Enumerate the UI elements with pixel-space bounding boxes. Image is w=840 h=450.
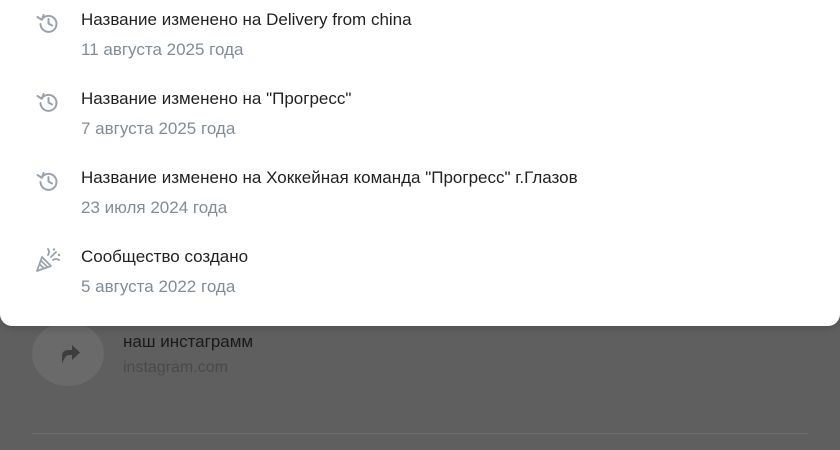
history-item-date: 23 июля 2024 года xyxy=(81,198,228,217)
history-item-date: 11 августа 2025 года xyxy=(81,40,244,59)
share-arrow-icon xyxy=(62,345,80,364)
community-history-popup: Название изменено на Delivery from china… xyxy=(0,0,840,326)
history-item: Сообщество создано 5 августа 2022 года xyxy=(0,246,840,316)
history-item: Название изменено на Delivery from china… xyxy=(0,9,840,79)
history-item: Название изменено на Хоккейная команда "… xyxy=(0,167,840,237)
history-item: Название изменено на "Прогресс" 7 август… xyxy=(0,88,840,158)
party-popper-icon xyxy=(36,248,61,272)
history-icon xyxy=(36,93,58,112)
link-title: наш инстаграмм xyxy=(123,332,254,351)
history-item-date: 5 августа 2022 года xyxy=(81,277,236,296)
history-item-title: Сообщество создано xyxy=(81,247,249,266)
link-domain: instagram.com xyxy=(123,359,228,376)
link-avatar xyxy=(32,322,104,386)
history-icon xyxy=(36,172,58,191)
history-icon xyxy=(36,14,58,33)
history-item-title: Название изменено на Delivery from china xyxy=(81,10,412,29)
history-item-date: 7 августа 2025 года xyxy=(81,119,236,138)
divider xyxy=(32,433,808,434)
history-item-title: Название изменено на "Прогресс" xyxy=(81,89,352,108)
history-item-title: Название изменено на Хоккейная команда "… xyxy=(81,168,578,187)
community-link[interactable]: наш инстаграмм instagram.com xyxy=(32,318,632,388)
